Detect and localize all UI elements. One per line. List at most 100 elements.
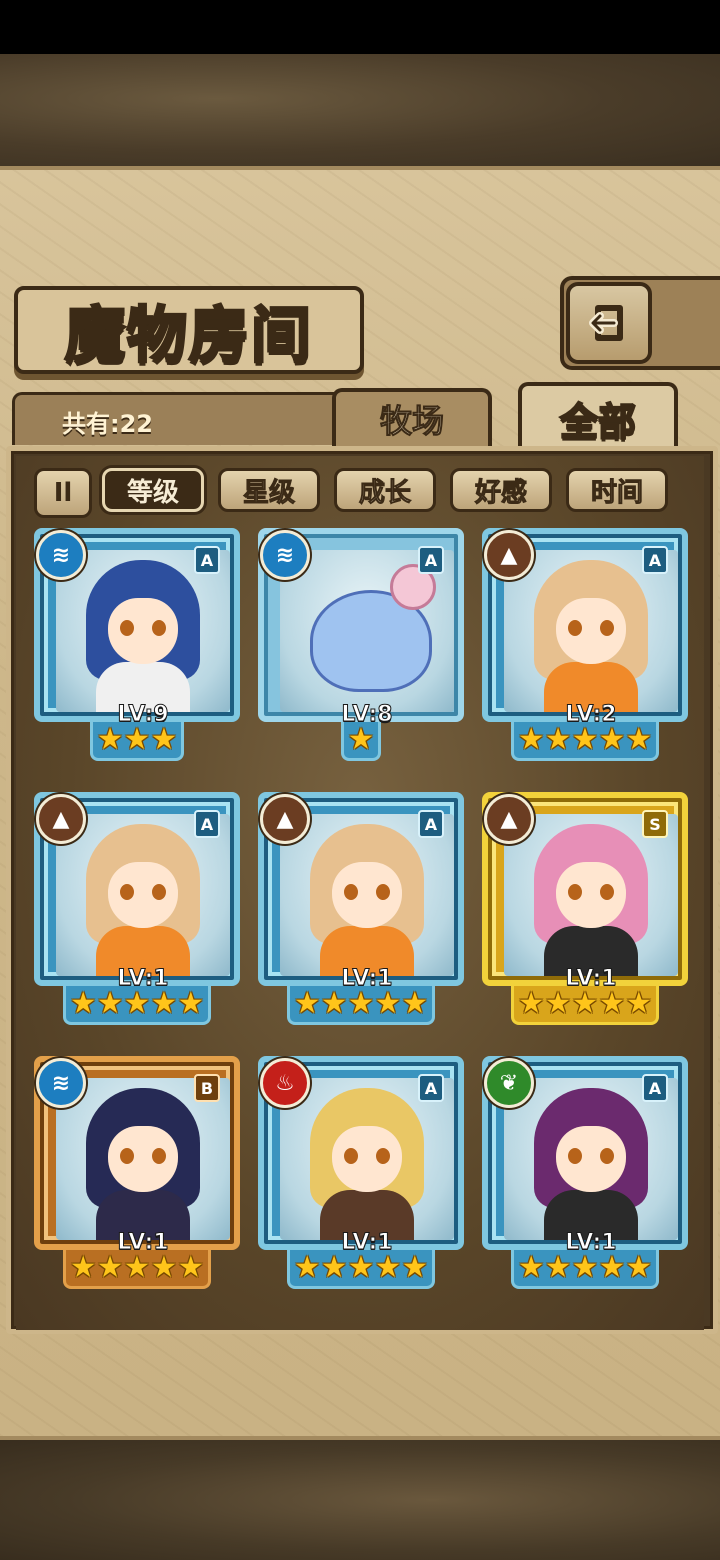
- star-icon: ★: [150, 722, 178, 757]
- filter-level[interactable]: 等级: [102, 468, 204, 512]
- star-icon: ★: [374, 986, 402, 1021]
- water-icon: ≋: [260, 530, 310, 580]
- monster-card[interactable]: A LV:2 ▲ ★ ★ ★ ★ ★: [482, 528, 688, 761]
- star-icon: ★: [571, 722, 599, 757]
- water-icon: ≋: [36, 1058, 86, 1108]
- monster-portrait: [280, 550, 454, 712]
- monster-portrait: [56, 1078, 230, 1240]
- monster-card[interactable]: B LV:1 ≋ ★ ★ ★ ★ ★: [34, 1056, 240, 1289]
- rank-badge: A: [642, 1074, 668, 1102]
- star-icon: ★: [293, 986, 321, 1021]
- monster-card[interactable]: A LV:9 ≋ ★ ★ ★: [34, 528, 240, 761]
- map-background-top: [0, 54, 720, 166]
- star-icon: ★: [517, 722, 545, 757]
- star-icon: ★: [123, 1250, 151, 1285]
- rank-badge: A: [418, 546, 444, 574]
- star-icon: ★: [177, 1250, 205, 1285]
- earth-icon: ▲: [484, 794, 534, 844]
- back-arrow-icon: [589, 305, 623, 341]
- monster-card[interactable]: A LV:1 ♨ ★ ★ ★ ★ ★: [258, 1056, 464, 1289]
- monster-card[interactable]: S LV:1 ▲ ★ ★ ★ ★ ★: [482, 792, 688, 1025]
- back-button[interactable]: [566, 282, 652, 364]
- filter-growth[interactable]: 成长: [334, 468, 436, 512]
- star-rating: ★ ★ ★ ★ ★: [258, 986, 464, 1025]
- star-rating: ★ ★ ★: [34, 722, 240, 761]
- water-icon: ≋: [36, 530, 86, 580]
- star-icon: ★: [517, 1250, 545, 1285]
- star-icon: ★: [544, 722, 572, 757]
- title-plate: 魔物房间: [14, 286, 364, 374]
- tab-all[interactable]: 全部: [518, 382, 678, 450]
- star-icon: ★: [96, 986, 124, 1021]
- monster-portrait: [504, 1078, 678, 1240]
- star-icon: ★: [320, 1250, 348, 1285]
- rank-badge: A: [418, 1074, 444, 1102]
- monster-card[interactable]: A LV:1 ❦ ★ ★ ★ ★ ★: [482, 1056, 688, 1289]
- star-icon: ★: [69, 986, 97, 1021]
- star-icon: ★: [347, 1250, 375, 1285]
- rank-badge: A: [418, 810, 444, 838]
- monster-card[interactable]: A LV:1 ▲ ★ ★ ★ ★ ★: [34, 792, 240, 1025]
- star-icon: ★: [347, 986, 375, 1021]
- star-icon: ★: [293, 1250, 321, 1285]
- monster-portrait: [56, 814, 230, 976]
- count-bar: [12, 392, 338, 445]
- rank-badge: A: [194, 546, 220, 574]
- fire-icon: ♨: [260, 1058, 310, 1108]
- rank-badge: A: [642, 546, 668, 574]
- star-icon: ★: [571, 1250, 599, 1285]
- star-icon: ★: [69, 1250, 97, 1285]
- star-icon: ★: [517, 986, 545, 1021]
- star-icon: ★: [401, 986, 429, 1021]
- tab-ranch[interactable]: 牧场: [332, 388, 492, 446]
- sort-order-toggle[interactable]: Il: [34, 468, 92, 518]
- monster-portrait: [504, 814, 678, 976]
- star-icon: ★: [544, 1250, 572, 1285]
- rank-badge: S: [642, 810, 668, 838]
- star-icon: ★: [123, 986, 151, 1021]
- star-rating: ★ ★ ★ ★ ★: [34, 986, 240, 1025]
- star-icon: ★: [123, 722, 151, 757]
- monster-portrait: [504, 550, 678, 712]
- map-background-bottom: [0, 1440, 720, 1560]
- monster-portrait: [280, 1078, 454, 1240]
- star-icon: ★: [150, 1250, 178, 1285]
- star-icon: ★: [320, 986, 348, 1021]
- rank-badge: B: [194, 1074, 220, 1102]
- star-icon: ★: [598, 1250, 626, 1285]
- star-icon: ★: [347, 722, 375, 757]
- monster-card[interactable]: A LV:1 ▲ ★ ★ ★ ★ ★: [258, 792, 464, 1025]
- status-bar: [0, 0, 720, 54]
- filter-star[interactable]: 星级: [218, 468, 320, 512]
- star-icon: ★: [96, 722, 124, 757]
- star-rating: ★ ★ ★ ★ ★: [258, 1250, 464, 1289]
- monster-portrait: [56, 550, 230, 712]
- rank-badge: A: [194, 810, 220, 838]
- filter-time[interactable]: 时间: [566, 468, 668, 512]
- wood-icon: ❦: [484, 1058, 534, 1108]
- monster-card[interactable]: A LV:8 ≋ ★: [258, 528, 464, 761]
- star-icon: ★: [598, 722, 626, 757]
- star-icon: ★: [625, 1250, 653, 1285]
- earth-icon: ▲: [36, 794, 86, 844]
- monster-count: 共有:22: [62, 410, 153, 438]
- star-rating: ★ ★ ★ ★ ★: [34, 1250, 240, 1289]
- filter-affection[interactable]: 好感: [450, 468, 552, 512]
- star-icon: ★: [401, 1250, 429, 1285]
- star-icon: ★: [150, 986, 178, 1021]
- star-icon: ★: [374, 1250, 402, 1285]
- star-icon: ★: [96, 1250, 124, 1285]
- monster-portrait: [280, 814, 454, 976]
- star-icon: ★: [177, 986, 205, 1021]
- page-title: 魔物房间: [64, 299, 313, 372]
- star-icon: ★: [571, 986, 599, 1021]
- star-rating: ★ ★ ★ ★ ★: [482, 1250, 688, 1289]
- star-rating: ★ ★ ★ ★ ★: [482, 986, 688, 1025]
- earth-icon: ▲: [484, 530, 534, 580]
- star-rating: ★: [258, 722, 464, 761]
- star-icon: ★: [625, 722, 653, 757]
- star-icon: ★: [544, 986, 572, 1021]
- star-icon: ★: [625, 986, 653, 1021]
- earth-icon: ▲: [260, 794, 310, 844]
- star-icon: ★: [598, 986, 626, 1021]
